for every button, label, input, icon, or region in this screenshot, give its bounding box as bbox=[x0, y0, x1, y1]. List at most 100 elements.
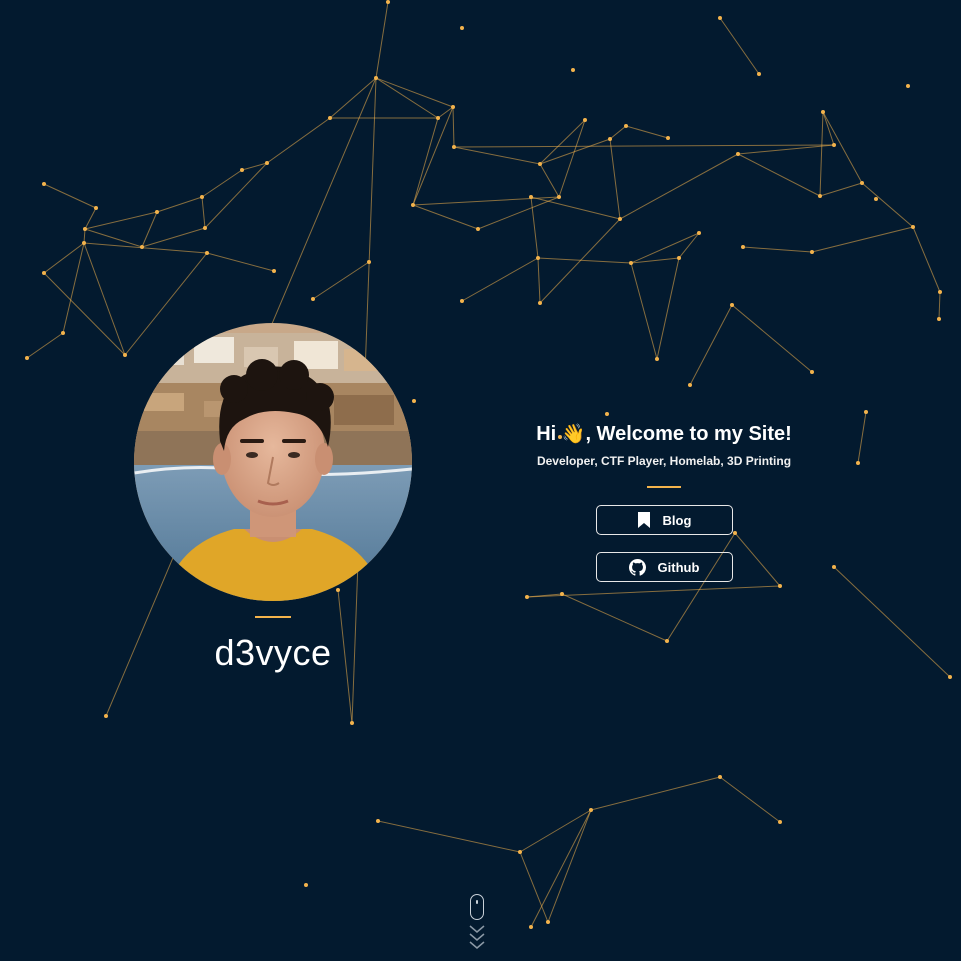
chevron-down-icon bbox=[466, 924, 488, 950]
network-node bbox=[677, 256, 681, 260]
network-line bbox=[477, 196, 560, 230]
network-node bbox=[583, 118, 587, 122]
github-icon bbox=[628, 558, 646, 576]
network-node bbox=[810, 370, 814, 374]
network-line bbox=[737, 144, 835, 155]
profile-divider bbox=[255, 616, 291, 618]
network-node bbox=[205, 251, 209, 255]
network-line bbox=[141, 211, 158, 248]
network-line bbox=[84, 228, 143, 248]
network-line bbox=[461, 257, 539, 302]
network-node bbox=[367, 260, 371, 264]
network-line bbox=[609, 138, 621, 220]
network-node bbox=[665, 639, 669, 643]
network-line bbox=[678, 232, 700, 259]
network-node bbox=[718, 16, 722, 20]
network-line bbox=[539, 138, 611, 165]
network-line bbox=[412, 204, 479, 230]
network-line bbox=[83, 228, 86, 244]
network-node bbox=[476, 227, 480, 231]
page: d3vyce Hi 👋, Welcome to my Site! Develop… bbox=[0, 0, 961, 961]
scroll-down-indicator[interactable] bbox=[466, 894, 488, 950]
network-node bbox=[451, 105, 455, 109]
tagline: Developer, CTF Player, Homelab, 3D Print… bbox=[536, 454, 792, 468]
network-line bbox=[539, 163, 560, 198]
blog-button-label: Blog bbox=[662, 512, 692, 528]
network-line bbox=[526, 585, 781, 598]
network-node bbox=[546, 920, 550, 924]
network-node bbox=[140, 245, 144, 249]
network-line bbox=[558, 119, 586, 198]
network-node bbox=[155, 210, 159, 214]
network-node bbox=[856, 461, 860, 465]
network-line bbox=[912, 226, 941, 293]
network-line bbox=[312, 261, 370, 300]
network-line bbox=[719, 776, 781, 823]
network-line bbox=[26, 332, 64, 359]
network-node bbox=[818, 194, 822, 198]
network-node bbox=[778, 820, 782, 824]
network-node bbox=[557, 195, 561, 199]
greeting-end: , Welcome to my Site! bbox=[585, 423, 792, 445]
network-line bbox=[539, 218, 621, 304]
network-line bbox=[141, 227, 206, 248]
network-node bbox=[860, 181, 864, 185]
network-node bbox=[589, 808, 593, 812]
network-node bbox=[874, 197, 878, 201]
network-node bbox=[906, 84, 910, 88]
network-node bbox=[608, 137, 612, 141]
github-button[interactable]: Github bbox=[595, 552, 733, 582]
network-node bbox=[538, 162, 542, 166]
network-node bbox=[948, 675, 952, 679]
network-line bbox=[822, 111, 863, 184]
network-node bbox=[605, 412, 609, 416]
network-node bbox=[412, 399, 416, 403]
network-node bbox=[436, 116, 440, 120]
network-node bbox=[123, 353, 127, 357]
network-node bbox=[778, 584, 782, 588]
network-line bbox=[656, 257, 680, 360]
network-line bbox=[537, 257, 541, 304]
profile-handle: d3vyce bbox=[214, 632, 332, 673]
network-line bbox=[519, 851, 549, 923]
network-node bbox=[452, 145, 456, 149]
network-node bbox=[200, 195, 204, 199]
network-line bbox=[861, 182, 914, 228]
network-node bbox=[350, 721, 354, 725]
network-line bbox=[819, 111, 824, 197]
network-line bbox=[561, 593, 668, 642]
bookmark-icon bbox=[637, 512, 651, 528]
network-line bbox=[43, 272, 126, 356]
mouse-scroll-icon bbox=[470, 894, 484, 920]
network-line bbox=[83, 242, 126, 356]
network-node bbox=[94, 206, 98, 210]
network-line bbox=[201, 196, 206, 229]
network-node bbox=[518, 850, 522, 854]
network-node bbox=[42, 182, 46, 186]
network-node bbox=[864, 410, 868, 414]
network-line bbox=[689, 304, 733, 386]
network-line bbox=[630, 257, 680, 264]
github-button-label: Github bbox=[657, 559, 700, 575]
network-line bbox=[375, 1, 389, 79]
network-node bbox=[655, 357, 659, 361]
network-line bbox=[43, 183, 97, 209]
intro-divider bbox=[647, 486, 681, 488]
blog-button[interactable]: Blog bbox=[595, 505, 733, 535]
network-line bbox=[412, 117, 439, 206]
network-line bbox=[630, 232, 700, 264]
network-node bbox=[460, 26, 464, 30]
network-node bbox=[688, 383, 692, 387]
network-line bbox=[206, 252, 275, 272]
network-node bbox=[538, 301, 542, 305]
network-node bbox=[272, 269, 276, 273]
network-node bbox=[718, 775, 722, 779]
network-node bbox=[529, 195, 533, 199]
network-node bbox=[624, 124, 628, 128]
network-node bbox=[911, 225, 915, 229]
network-node bbox=[83, 227, 87, 231]
network-node bbox=[730, 303, 734, 307]
network-line bbox=[377, 820, 521, 853]
network-line bbox=[84, 207, 97, 230]
network-line bbox=[630, 262, 658, 360]
